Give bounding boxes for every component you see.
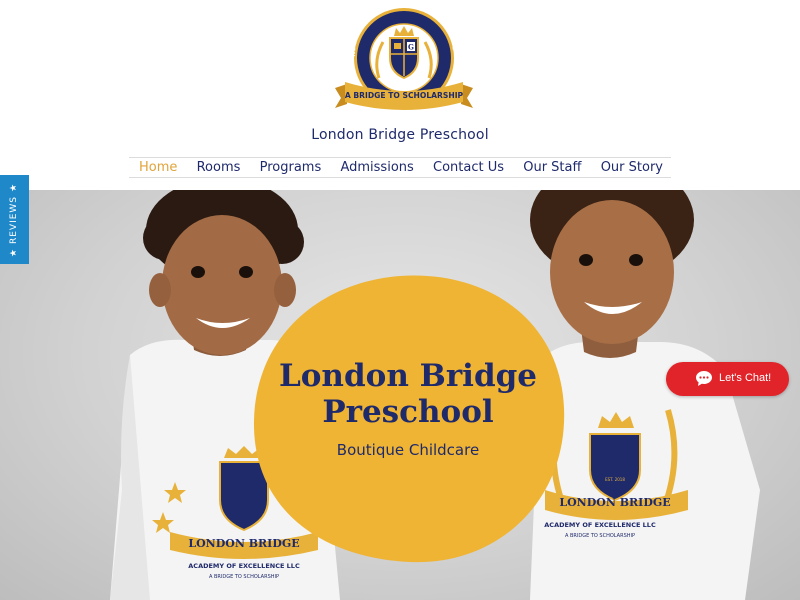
right-shirt-est: EST. 2018 — [605, 477, 625, 482]
nav-rooms[interactable]: Rooms — [197, 160, 241, 175]
site-header: LONDON BRIDGE ACADEMY OF EXCELLENCE LLC … — [0, 0, 800, 190]
site-name: London Bridge Preschool — [311, 127, 489, 143]
main-nav: Home Rooms Programs Admissions Contact U… — [129, 157, 671, 178]
right-shirt-text-1: LONDON BRIDGE — [559, 496, 670, 509]
nav-programs[interactable]: Programs — [260, 160, 322, 175]
star-icon: ★ — [9, 247, 20, 257]
academy-logo[interactable]: LONDON BRIDGE ACADEMY OF EXCELLENCE LLC … — [333, 8, 475, 118]
right-shirt-text-3: A BRIDGE TO SCHOLARSHIP — [565, 533, 635, 539]
nav-home[interactable]: Home — [139, 160, 177, 175]
nav-our-story[interactable]: Our Story — [601, 160, 663, 175]
reviews-tab-content: ★ REVIEWS ★ — [10, 182, 20, 256]
lets-chat-label[interactable]: Let's Chat! — [719, 372, 771, 384]
reviews-tab-label: REVIEWS — [9, 195, 20, 244]
hero-subtitle: Boutique Childcare — [336, 441, 480, 459]
hero-title-line-2: Preschool — [322, 394, 494, 430]
logo-ribbon-text: A BRIDGE TO SCHOLARSHIP — [345, 91, 464, 100]
chat-bubble-icon — [696, 371, 712, 386]
nav-contact-us[interactable]: Contact Us — [433, 160, 504, 175]
hero-title: London Bridge Preschool — [252, 358, 564, 430]
nav-admissions[interactable]: Admissions — [340, 160, 413, 175]
left-shirt-text-3: A BRIDGE TO SCHOLARSHIP — [209, 574, 279, 580]
hero-title-line-1: London Bridge — [278, 358, 538, 394]
reviews-tab[interactable]: ★ REVIEWS ★ — [0, 175, 29, 264]
svg-text:G: G — [408, 43, 414, 52]
nav-our-staff[interactable]: Our Staff — [523, 160, 581, 175]
star-icon: ★ — [9, 182, 20, 192]
